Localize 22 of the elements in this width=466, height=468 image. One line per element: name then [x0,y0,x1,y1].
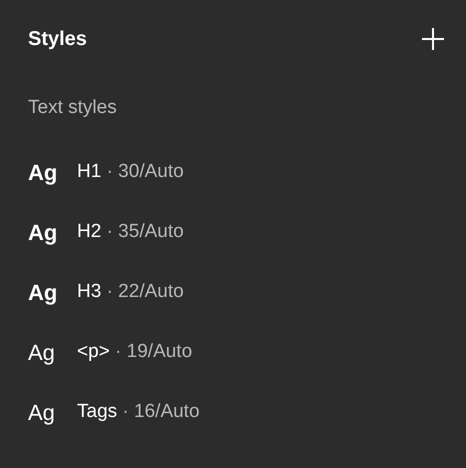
style-name: Tags [77,400,118,424]
style-sample: Ag [28,279,58,307]
style-name: <p> [77,340,111,364]
text-style-item[interactable]: Ag H1 · 30/Auto [0,142,466,202]
text-style-item[interactable]: Ag <p> · 19/Auto [0,322,466,382]
style-sample: Ag [28,159,58,187]
style-name: H3 [77,280,102,304]
panel-title: Styles [28,27,87,52]
style-detail: · 22/Auto [106,280,184,304]
style-sample: Ag [28,219,58,247]
style-name: H2 [77,220,102,244]
style-detail: · 35/Auto [106,220,184,244]
text-style-item[interactable]: Ag Tags · 16/Auto [0,382,466,442]
style-detail: · 19/Auto [115,340,192,364]
style-detail: · 30/Auto [106,160,184,184]
style-sample: Ag [28,399,56,427]
text-style-item[interactable]: Ag H2 · 35/Auto [0,202,466,262]
style-detail: · 16/Auto [122,400,200,424]
text-style-item[interactable]: Ag H3 · 22/Auto [0,262,466,322]
style-sample: Ag [28,339,56,367]
style-name: H1 [77,160,102,184]
section-title: Text styles [28,97,117,118]
